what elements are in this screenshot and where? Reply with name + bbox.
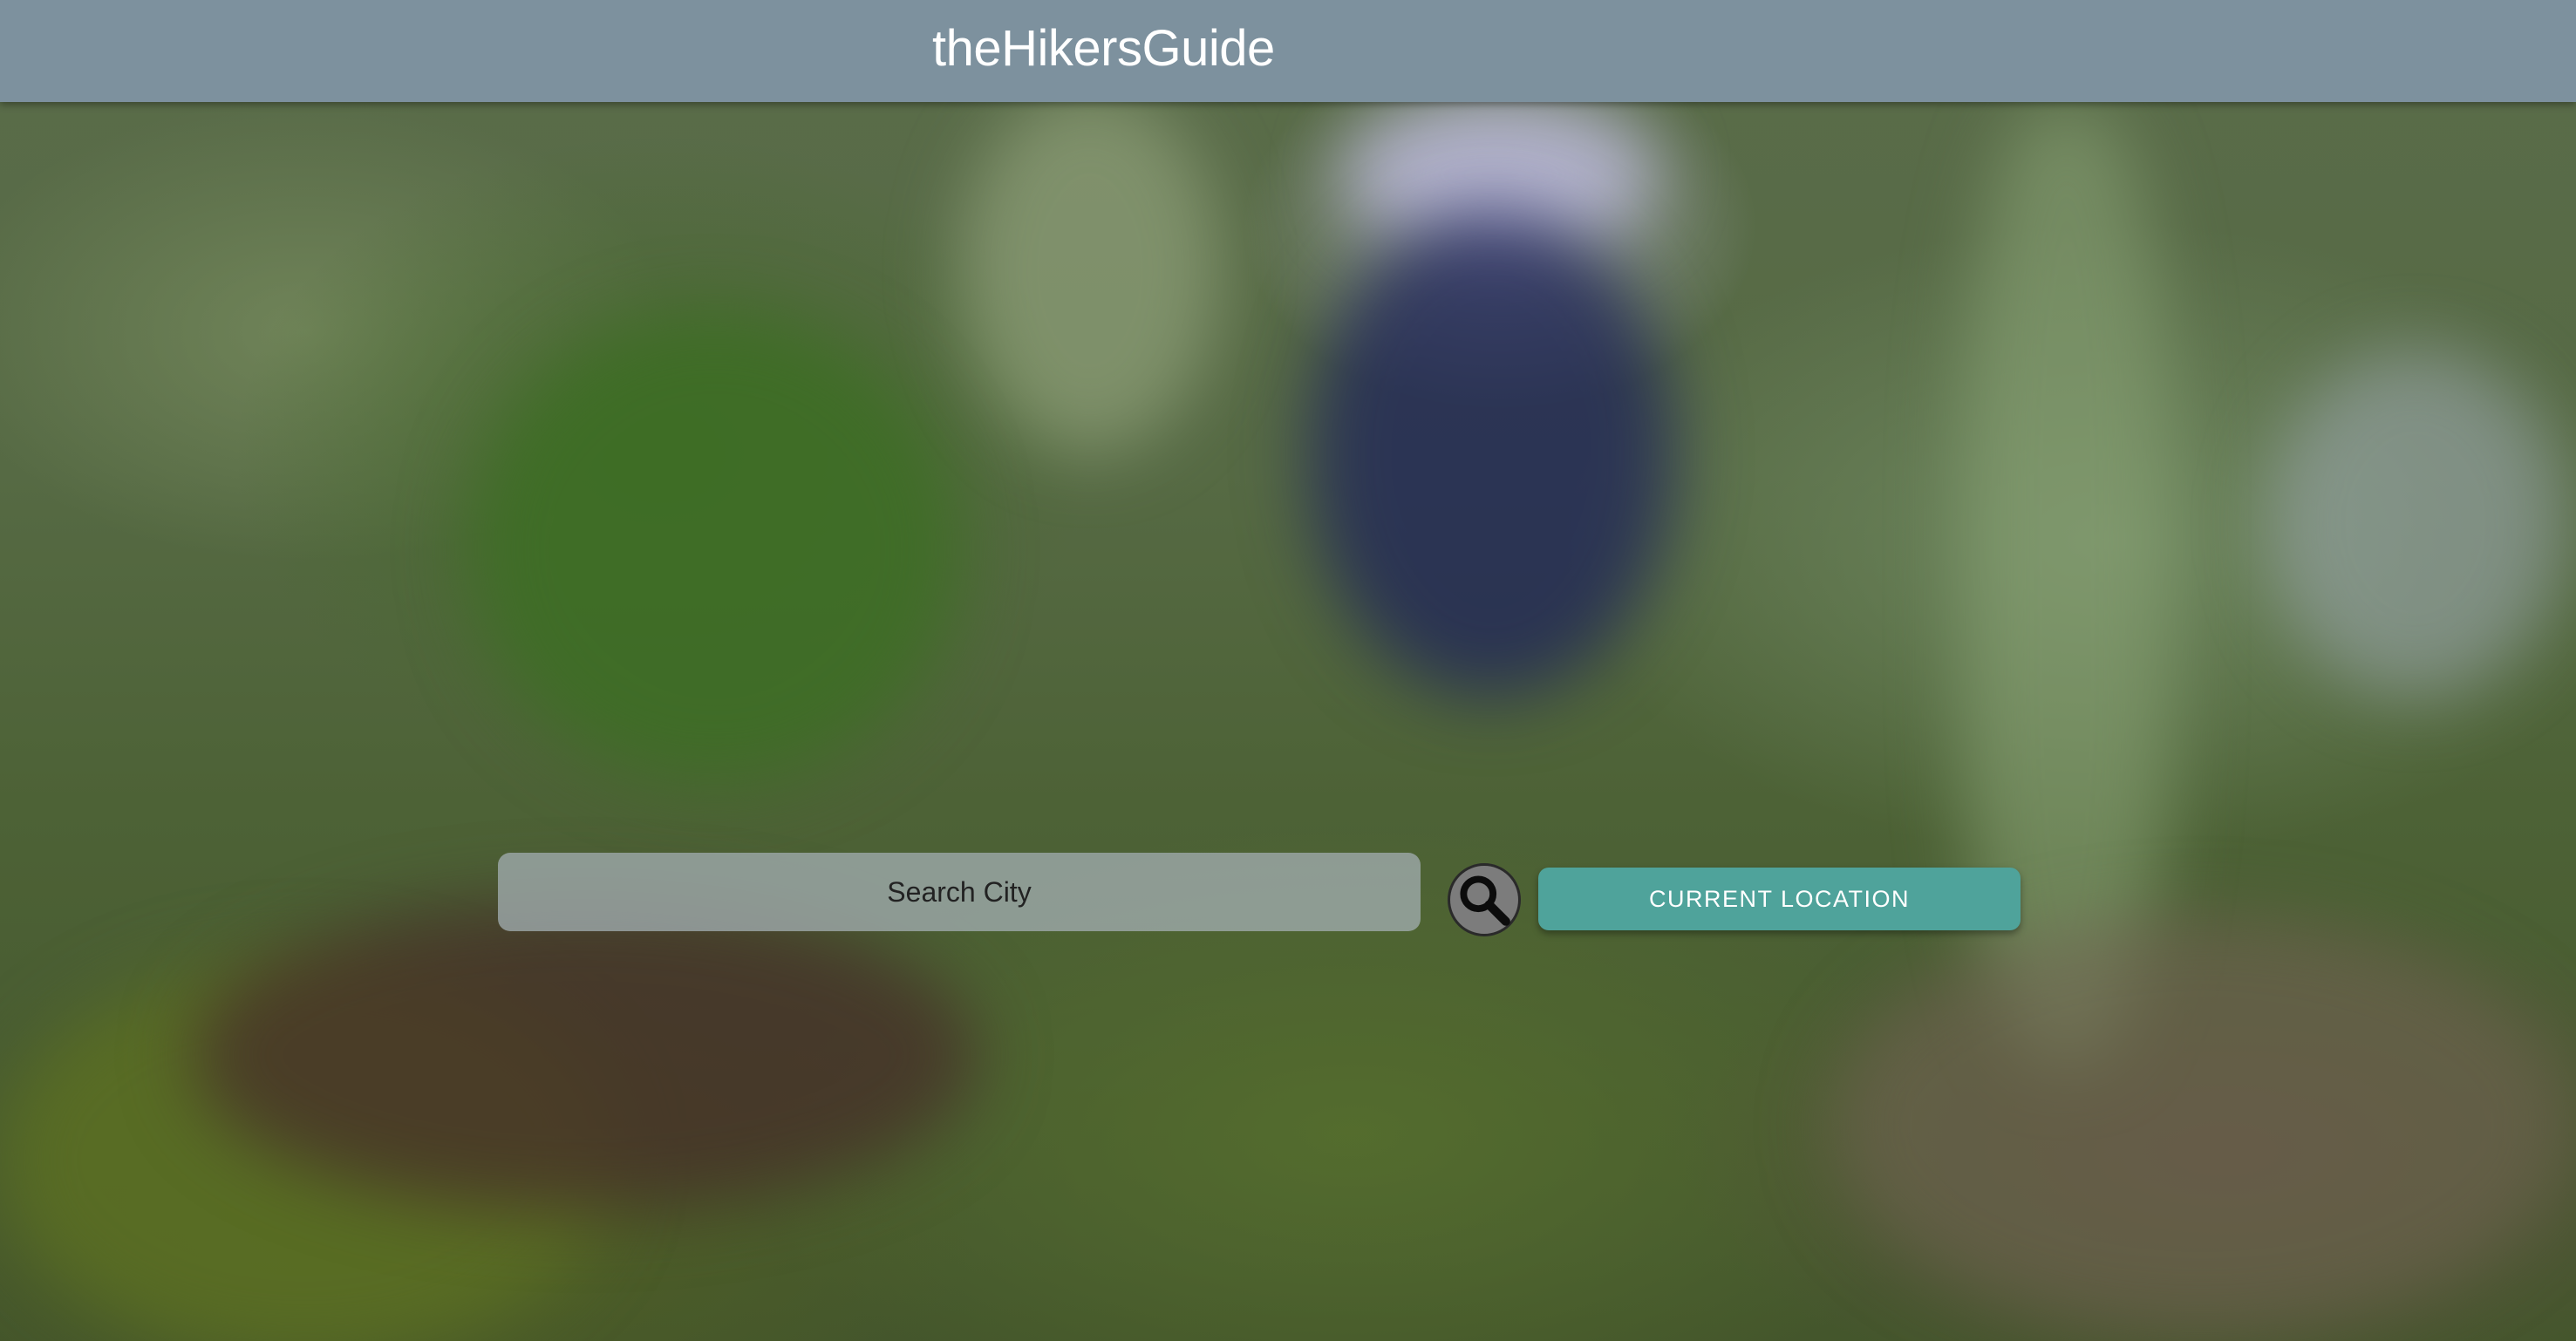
search-icon <box>1460 875 1510 926</box>
flowers-blur <box>2267 349 2564 698</box>
fern-blur <box>471 314 959 785</box>
path-blur <box>1831 916 2573 1334</box>
page: theHikersGuide CURRENT LOCATION <box>0 0 2576 1341</box>
search-city-input[interactable] <box>498 853 1421 931</box>
log-blur <box>192 898 977 1212</box>
light-blur <box>959 87 1221 453</box>
hero-background <box>0 0 2576 1341</box>
hiker-blur <box>1308 209 1674 698</box>
top-app-bar: theHikersGuide <box>0 0 2576 102</box>
current-location-button[interactable]: CURRENT LOCATION <box>1538 868 2021 930</box>
search-button[interactable] <box>1448 863 1521 936</box>
brand-title[interactable]: theHikersGuide <box>932 16 1275 82</box>
